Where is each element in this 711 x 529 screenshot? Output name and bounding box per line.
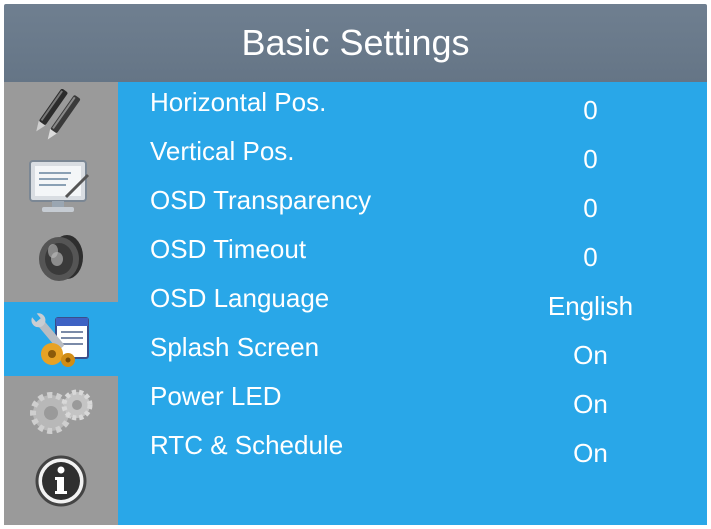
setting-row-power-led[interactable]: Power LED On xyxy=(118,376,707,419)
setting-value: On xyxy=(573,389,608,419)
setting-row-osd-timeout[interactable]: OSD Timeout 0 xyxy=(118,229,707,272)
setting-row-vertical-pos[interactable]: Vertical Pos. 0 xyxy=(118,131,707,174)
setting-label: Power LED xyxy=(150,381,282,411)
setting-row-rtc-schedule[interactable]: RTC & Schedule On xyxy=(118,425,707,468)
sidebar-item-setup[interactable] xyxy=(4,302,118,376)
sidebar-item-display[interactable] xyxy=(4,152,118,222)
setting-label: OSD Timeout xyxy=(150,234,307,264)
monitor-icon xyxy=(26,157,96,217)
settings-panel: Horizontal Pos. 0 Vertical Pos. 0 OSD Tr… xyxy=(118,82,707,525)
category-sidebar xyxy=(4,82,118,525)
setting-label: Horizontal Pos. xyxy=(150,87,327,117)
setting-row-horizontal-pos[interactable]: Horizontal Pos. 0 xyxy=(118,82,707,125)
setting-label: Splash Screen xyxy=(150,332,320,362)
setting-value: On xyxy=(573,340,608,370)
setting-label: OSD Transparency xyxy=(150,185,372,215)
menu-title: Basic Settings xyxy=(4,4,707,82)
setting-value: On xyxy=(573,438,608,468)
setting-value: 0 xyxy=(583,95,598,125)
setting-row-osd-transparency[interactable]: OSD Transparency 0 xyxy=(118,180,707,223)
setting-row-osd-language[interactable]: OSD Language English xyxy=(118,278,707,321)
setting-row-splash-screen[interactable]: Splash Screen On xyxy=(118,327,707,370)
osd-menu: Basic Settings Horizontal Pos. 0 Vertica… xyxy=(0,0,711,529)
setting-value: English xyxy=(547,291,634,321)
tools-icon xyxy=(28,308,94,370)
info-icon xyxy=(33,453,89,509)
sidebar-item-advanced[interactable] xyxy=(4,376,118,446)
setting-label: OSD Language xyxy=(150,283,330,313)
gears-icon xyxy=(25,383,97,439)
pens-icon xyxy=(31,89,91,145)
sidebar-item-info[interactable] xyxy=(4,446,118,516)
setting-value: 0 xyxy=(583,242,598,272)
setting-label: Vertical Pos. xyxy=(150,136,295,166)
speaker-icon xyxy=(31,229,91,285)
sidebar-item-audio[interactable] xyxy=(4,222,118,292)
setting-label: RTC & Schedule xyxy=(150,430,344,460)
setting-value: 0 xyxy=(583,193,598,223)
sidebar-item-picture[interactable] xyxy=(4,82,118,152)
setting-value: 0 xyxy=(583,144,598,174)
